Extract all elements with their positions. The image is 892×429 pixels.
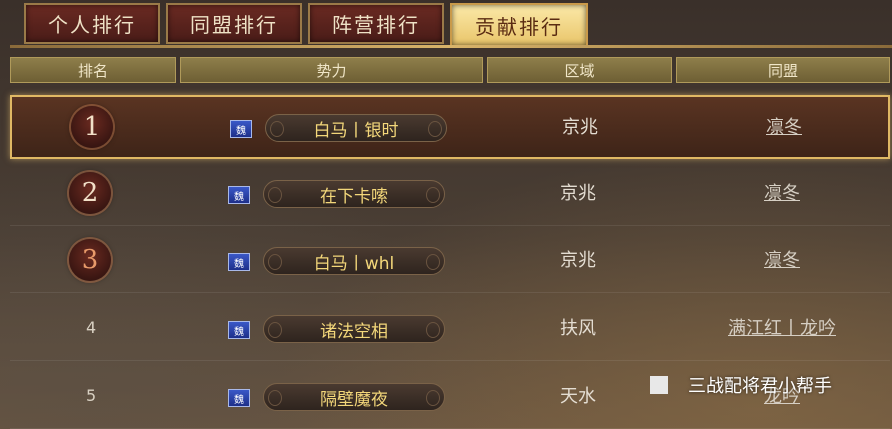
wei-faction-icon: 魏 [230,120,252,138]
rank-number: 1 [83,112,101,142]
rank-number: 5 [86,386,97,405]
table-row[interactable]: 1 魏 白马丨银时 京兆 凛冬 [10,95,890,159]
region-name: 扶风 [560,318,596,339]
rank-medal: 1 [71,106,113,148]
rank-number: 2 [81,178,99,208]
watermark-text: 三战配将君小帮手 [688,376,832,397]
tab-contribution-ranking[interactable]: 贡献排行 [450,3,588,47]
tab-alliance-ranking[interactable]: 同盟排行 [166,3,302,44]
wei-faction-icon: 魏 [228,186,250,204]
table-header: 排名 势力 区域 同盟 [10,57,892,83]
region-name: 天水 [560,386,596,407]
tab-camp-ranking[interactable]: 阵营排行 [308,3,444,44]
table-row[interactable]: 3 魏 白马丨whl 京兆 凛冬 [10,230,890,293]
tab-bar: 个人排行 同盟排行 阵营排行 贡献排行 [0,0,892,50]
watermark: 三战配将君小帮手 [650,372,886,398]
force-name[interactable]: 诸法空相 [263,315,445,343]
rank-number: 4 [86,318,97,337]
rank-number: 3 [81,245,99,275]
alliance-link[interactable]: 凛冬 [679,113,889,139]
table-row[interactable]: 2 魏 在下卡嗦 京兆 凛冬 [10,163,890,226]
table-row[interactable]: 4 魏 诸法空相 扶风 满江红丨龙吟 [10,298,890,361]
alliance-link[interactable]: 满江红丨龙吟 [677,314,887,340]
force-name[interactable]: 白马丨银时 [265,114,447,142]
force-name[interactable]: 在下卡嗦 [263,180,445,208]
column-header-alliance: 同盟 [676,57,890,83]
region-name: 京兆 [560,250,596,271]
tab-personal-ranking[interactable]: 个人排行 [24,3,160,44]
alliance-link[interactable]: 凛冬 [677,179,887,205]
alliance-link[interactable]: 凛冬 [677,246,887,272]
tab-divider [10,45,892,48]
force-name[interactable]: 隔壁魔夜 [263,383,445,411]
region-name: 京兆 [560,183,596,204]
wei-faction-icon: 魏 [228,253,250,271]
rank-medal: 2 [69,172,111,214]
watermark-logo-icon [650,376,668,394]
force-name[interactable]: 白马丨whl [263,247,445,275]
region-name: 京兆 [562,117,598,138]
column-header-region: 区域 [487,57,672,83]
wei-faction-icon: 魏 [228,389,250,407]
column-header-rank: 排名 [10,57,176,83]
rank-medal: 3 [69,239,111,281]
column-header-force: 势力 [180,57,483,83]
wei-faction-icon: 魏 [228,321,250,339]
